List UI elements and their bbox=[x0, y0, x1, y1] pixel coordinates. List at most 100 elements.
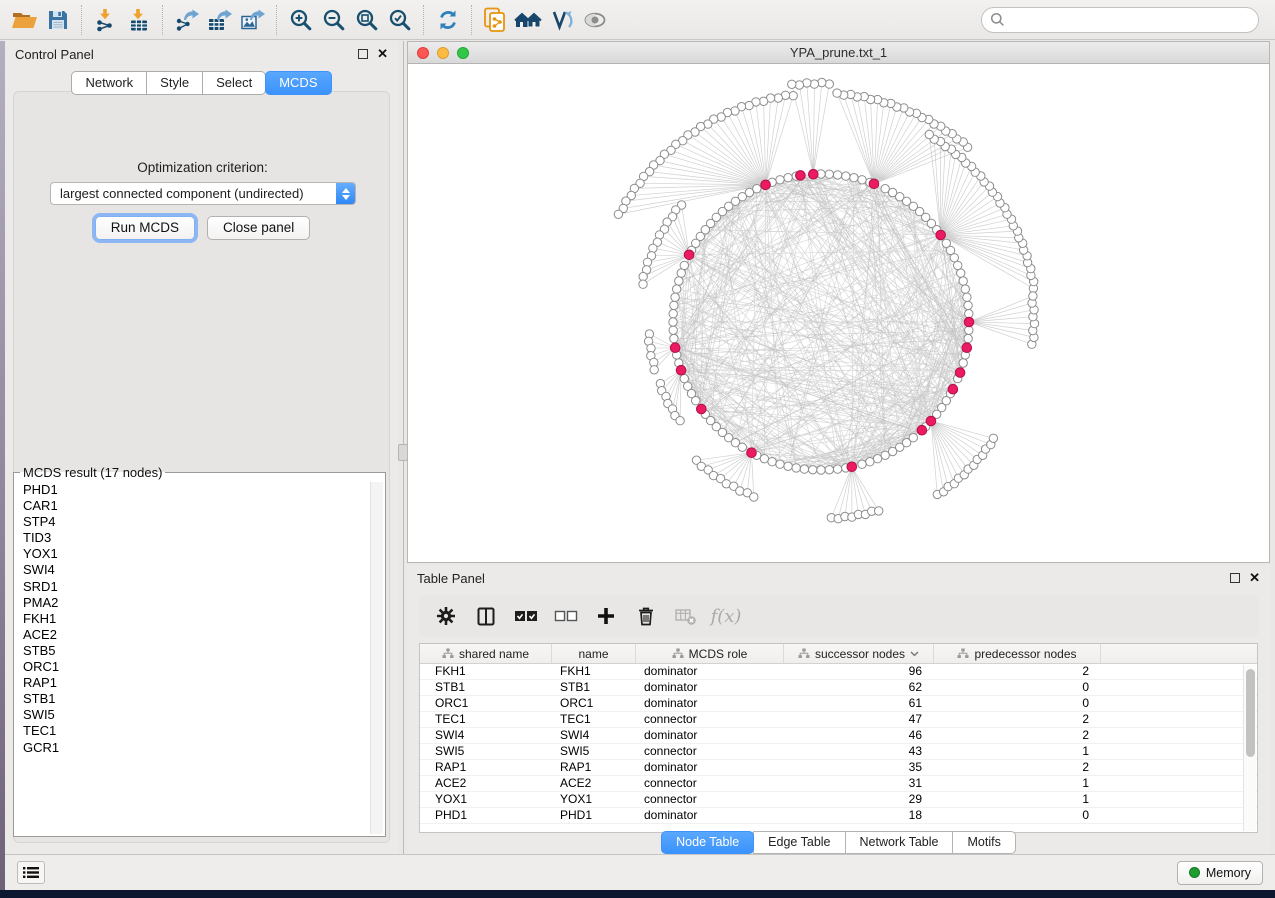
network-node[interactable] bbox=[817, 466, 825, 474]
mcds-result-item[interactable]: CAR1 bbox=[14, 498, 366, 514]
import-table-button[interactable] bbox=[122, 4, 155, 36]
satellite-node[interactable] bbox=[614, 210, 622, 218]
tab-select[interactable]: Select bbox=[202, 71, 266, 95]
criterion-dropdown[interactable]: largest connected component (undirected) bbox=[50, 182, 356, 205]
export-table-button[interactable] bbox=[203, 4, 236, 36]
mcds-result-item[interactable]: TEC1 bbox=[14, 723, 366, 739]
search-input[interactable] bbox=[1005, 10, 1258, 30]
mcds-network-node[interactable] bbox=[670, 343, 680, 353]
network-node[interactable] bbox=[669, 310, 677, 318]
network-node[interactable] bbox=[858, 460, 866, 468]
mcds-network-node[interactable] bbox=[964, 317, 974, 327]
network-node[interactable] bbox=[959, 359, 967, 367]
network-node[interactable] bbox=[964, 301, 972, 309]
table-row[interactable]: STB1STB1dominator620 bbox=[420, 680, 1257, 696]
network-node[interactable] bbox=[776, 460, 784, 468]
tab-node-table[interactable]: Node Table bbox=[661, 831, 754, 854]
satellite-node[interactable] bbox=[676, 417, 684, 425]
network-node[interactable] bbox=[909, 434, 917, 442]
delete-table-button[interactable] bbox=[671, 601, 701, 631]
table-row[interactable]: ORC1ORC1dominator610 bbox=[420, 696, 1257, 712]
close-panel-icon[interactable]: ✕ bbox=[1249, 573, 1260, 583]
toggle-visibility-button[interactable] bbox=[578, 4, 611, 36]
network-node[interactable] bbox=[833, 465, 841, 473]
network-node[interactable] bbox=[768, 458, 776, 466]
network-node[interactable] bbox=[850, 174, 858, 182]
float-panel-icon[interactable] bbox=[1230, 573, 1240, 583]
satellite-node[interactable] bbox=[1029, 292, 1037, 300]
column-header-name[interactable]: name bbox=[552, 644, 636, 663]
table-row[interactable]: PHD1PHD1dominator180 bbox=[420, 808, 1257, 824]
mcds-network-node[interactable] bbox=[948, 384, 958, 394]
network-canvas[interactable] bbox=[408, 64, 1269, 562]
column-header-mcds-role[interactable]: MCDS role bbox=[636, 644, 784, 663]
network-node[interactable] bbox=[965, 310, 973, 318]
tab-motifs[interactable]: Motifs bbox=[952, 831, 1015, 854]
network-node[interactable] bbox=[965, 326, 973, 334]
network-node[interactable] bbox=[957, 269, 965, 277]
table-row[interactable]: FKH1FKH1dominator962 bbox=[420, 664, 1257, 680]
column-header-successor-nodes[interactable]: successor nodes bbox=[784, 644, 934, 663]
network-node[interactable] bbox=[669, 326, 677, 334]
satellite-node[interactable] bbox=[731, 107, 739, 115]
mcds-result-item[interactable]: STB1 bbox=[14, 691, 366, 707]
mcds-network-node[interactable] bbox=[869, 179, 879, 189]
network-node[interactable] bbox=[858, 176, 866, 184]
column-header-predecessor-nodes[interactable]: predecessor nodes bbox=[934, 644, 1101, 663]
mcds-result-item[interactable]: ORC1 bbox=[14, 659, 366, 675]
export-image-button[interactable] bbox=[236, 4, 269, 36]
tab-network[interactable]: Network bbox=[71, 71, 147, 95]
delete-columns-button[interactable] bbox=[631, 601, 661, 631]
network-node[interactable] bbox=[881, 185, 889, 193]
close-panel-button[interactable]: Close panel bbox=[207, 216, 310, 240]
mcds-result-item[interactable]: ACE2 bbox=[14, 627, 366, 643]
show-panels-button[interactable] bbox=[17, 861, 45, 884]
table-scrollbar-thumb[interactable] bbox=[1246, 669, 1255, 757]
zoom-selected-button[interactable] bbox=[383, 4, 416, 36]
select-all-rows-button[interactable] bbox=[511, 601, 541, 631]
mcds-list-scrollbar[interactable] bbox=[370, 482, 383, 834]
network-node[interactable] bbox=[677, 269, 685, 277]
satellite-node[interactable] bbox=[810, 80, 818, 88]
mcds-network-node[interactable] bbox=[697, 404, 707, 414]
network-node[interactable] bbox=[692, 397, 700, 405]
network-node[interactable] bbox=[792, 464, 800, 472]
mcds-network-node[interactable] bbox=[926, 416, 936, 426]
mcds-network-node[interactable] bbox=[936, 230, 946, 240]
save-session-button[interactable] bbox=[41, 4, 74, 36]
memory-button[interactable]: Memory bbox=[1177, 861, 1263, 885]
network-node[interactable] bbox=[680, 261, 688, 269]
mcds-network-node[interactable] bbox=[962, 343, 972, 353]
satellite-node[interactable] bbox=[774, 94, 782, 102]
mcds-result-item[interactable]: STB5 bbox=[14, 643, 366, 659]
tab-edge-table[interactable]: Edge Table bbox=[753, 831, 845, 854]
satellite-node[interactable] bbox=[875, 507, 883, 515]
zoom-fit-button[interactable] bbox=[350, 4, 383, 36]
network-node[interactable] bbox=[809, 466, 817, 474]
satellite-node[interactable] bbox=[833, 89, 841, 97]
network-node[interactable] bbox=[776, 176, 784, 184]
mcds-result-item[interactable]: RAP1 bbox=[14, 675, 366, 691]
satellite-node[interactable] bbox=[795, 81, 803, 89]
table-row[interactable]: YOX1YOX1connector291 bbox=[420, 792, 1257, 808]
mcds-result-item[interactable]: PHD1 bbox=[14, 482, 366, 498]
network-node[interactable] bbox=[825, 170, 833, 178]
column-header-shared-name[interactable]: shared name bbox=[420, 644, 552, 663]
satellite-node[interactable] bbox=[639, 280, 647, 288]
vizmapper-button[interactable] bbox=[545, 4, 578, 36]
table-row[interactable]: TEC1TEC1connector472 bbox=[420, 712, 1257, 728]
mcds-network-node[interactable] bbox=[761, 180, 771, 190]
network-node[interactable] bbox=[670, 334, 678, 342]
unselect-all-rows-button[interactable] bbox=[551, 601, 581, 631]
network-node[interactable] bbox=[959, 277, 967, 285]
network-node[interactable] bbox=[963, 293, 971, 301]
satellite-node[interactable] bbox=[750, 493, 758, 501]
network-node[interactable] bbox=[784, 462, 792, 470]
mcds-result-item[interactable]: SWI4 bbox=[14, 562, 366, 578]
network-node[interactable] bbox=[866, 458, 874, 466]
import-network-button[interactable] bbox=[89, 4, 122, 36]
table-row[interactable]: SWI5SWI5connector431 bbox=[420, 744, 1257, 760]
export-network-button[interactable] bbox=[170, 4, 203, 36]
float-panel-icon[interactable] bbox=[358, 49, 368, 59]
mcds-result-item[interactable]: PMA2 bbox=[14, 595, 366, 611]
